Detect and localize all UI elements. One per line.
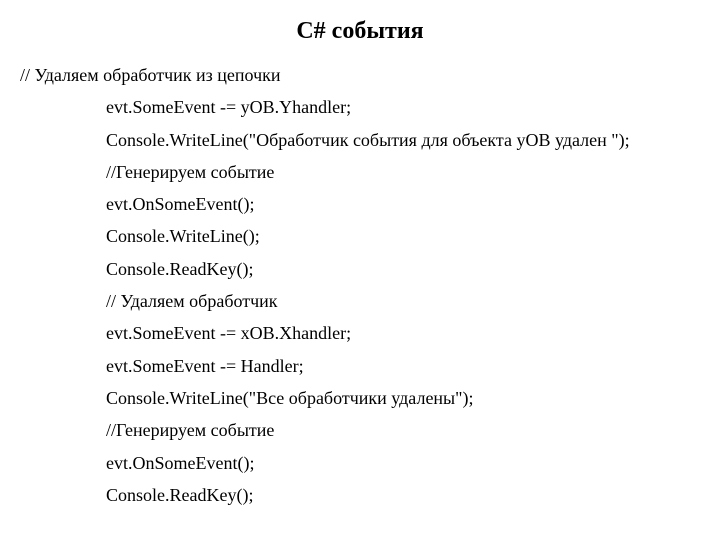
slide: C# события // Удаляем обработчик из цепо… [0,0,720,540]
code-line: Console.WriteLine(); [20,224,700,248]
comment-line: // Удаляем обработчик из цепочки [20,63,700,87]
code-line: evt.SomeEvent -= xOB.Xhandler; [20,321,700,345]
code-line: Console.WriteLine("Все обработчики удале… [20,386,700,410]
code-line: evt.OnSomeEvent(); [20,192,700,216]
code-line: evt.SomeEvent -= yOB.Yhandler; [20,95,700,119]
code-line: Console.ReadKey(); [20,257,700,281]
code-line: Console.ReadKey(); [20,483,700,507]
code-line: Console.WriteLine("Обработчик события дл… [20,128,700,152]
code-line: // Удаляем обработчик [20,289,700,313]
slide-title: C# события [20,18,700,45]
code-line: evt.OnSomeEvent(); [20,451,700,475]
code-line: //Генерируем событие [20,160,700,184]
code-line: evt.SomeEvent -= Handler; [20,354,700,378]
code-line: //Генерируем событие [20,418,700,442]
code-block: // Удаляем обработчик из цепочки evt.Some… [20,63,700,507]
